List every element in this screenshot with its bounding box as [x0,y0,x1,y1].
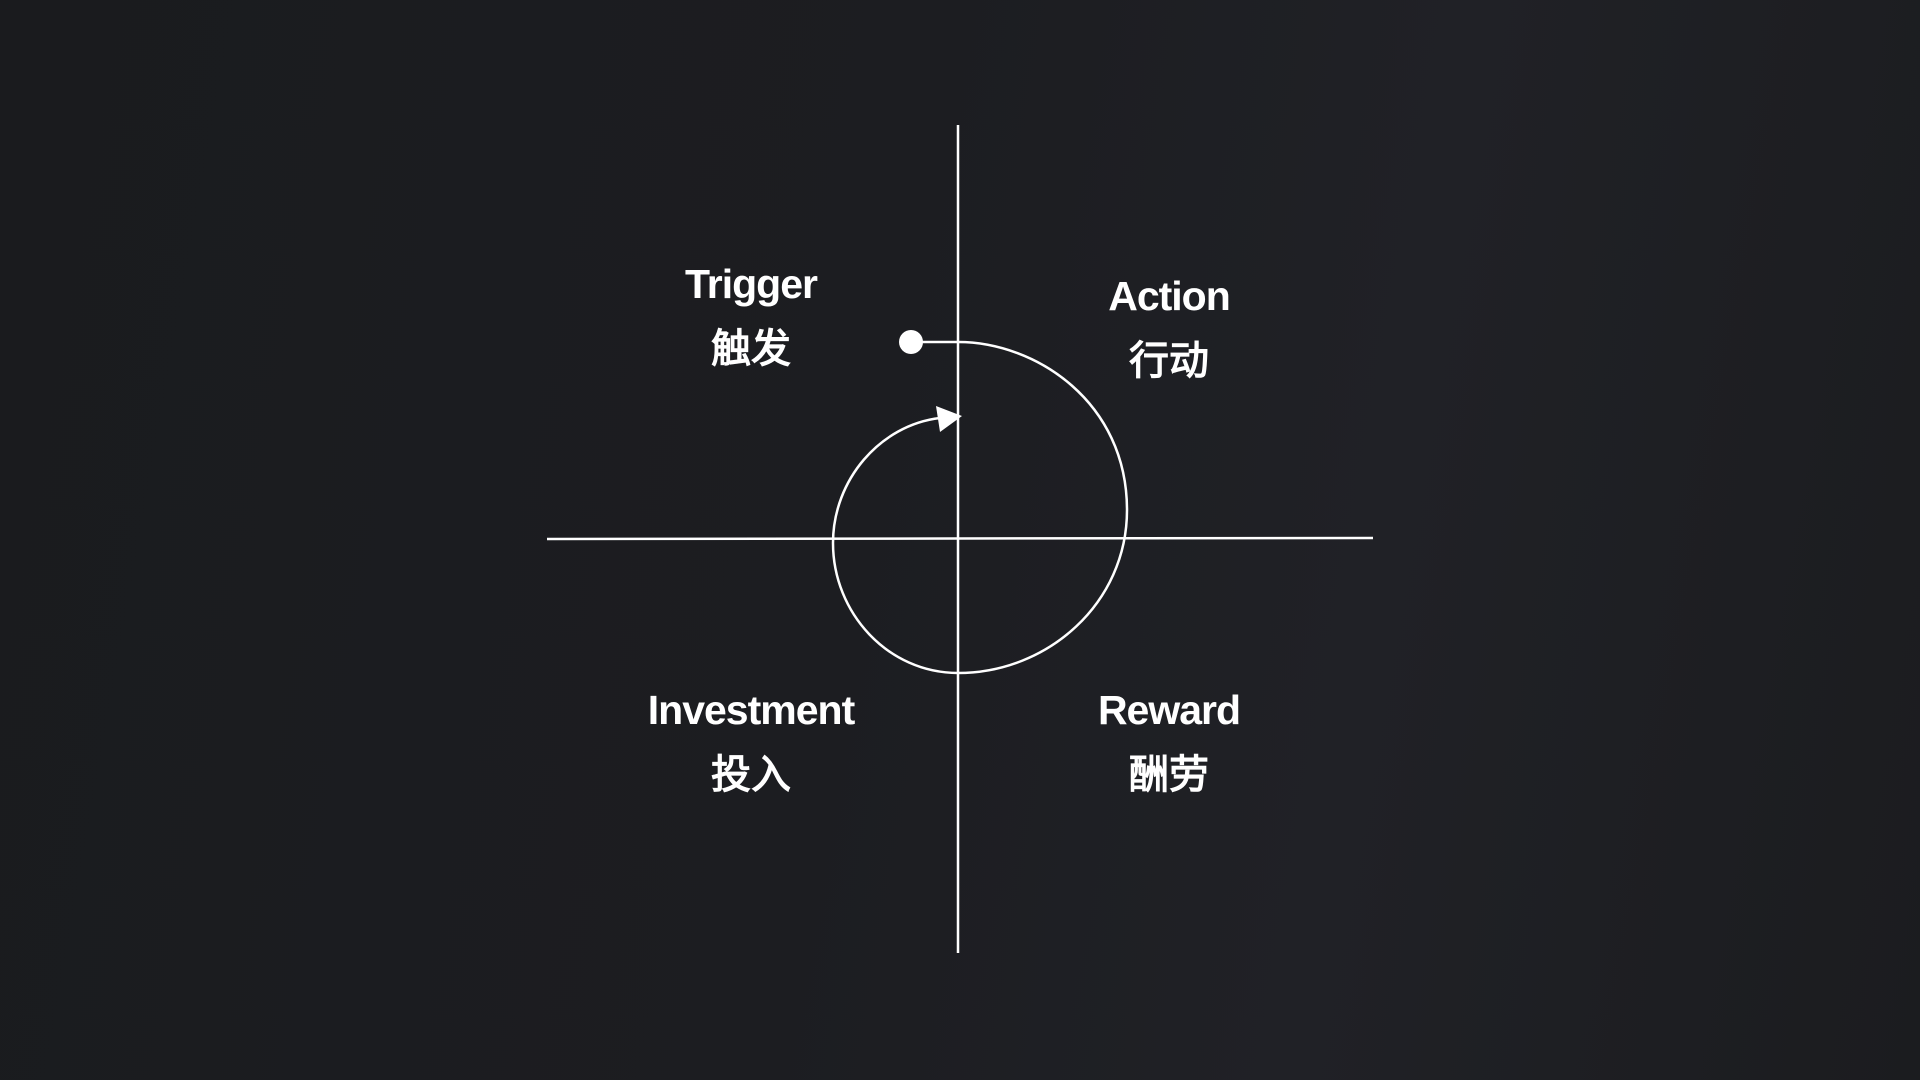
action-label-en: Action [1108,273,1231,319]
quadrant-label-trigger: Trigger 触发 [601,261,901,372]
quadrant-label-investment: Investment 投入 [601,687,901,798]
investment-label-en: Investment [647,687,855,733]
hook-model-diagram [546,125,1374,953]
reward-label-en: Reward [1097,687,1241,733]
quadrant-label-action: Action 行动 [1019,273,1319,384]
action-label-zh: 行动 [1129,338,1209,384]
investment-label-zh: 投入 [711,752,791,798]
trigger-label-en: Trigger [685,261,818,307]
reward-label-zh: 酬劳 [1129,752,1209,798]
hook-cycle-spiral [831,340,1129,675]
trigger-label-zh: 触发 [711,326,791,372]
horizontal-axis [546,536,1374,541]
quadrant-label-reward: Reward 酬劳 [1019,687,1319,798]
